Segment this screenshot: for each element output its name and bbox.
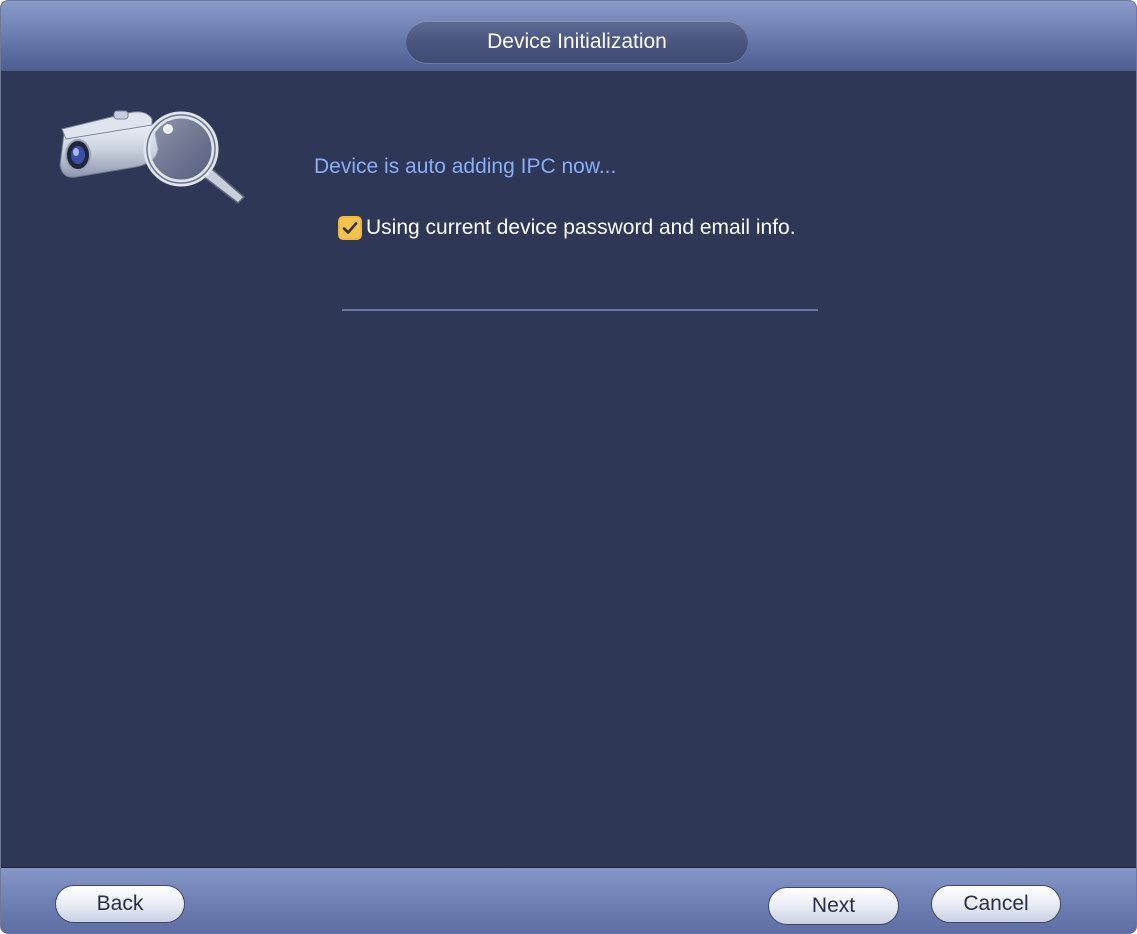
- title-bar: Device Initialization: [1, 1, 1136, 72]
- use-current-password-checkbox[interactable]: [338, 216, 362, 240]
- dialog-title: Device Initialization: [406, 21, 748, 63]
- progress-bar: [342, 309, 818, 311]
- status-message: Device is auto adding IPC now...: [314, 155, 617, 178]
- content-area: Device is auto adding IPC now... Using c…: [1, 71, 1136, 867]
- camera-search-icon: [59, 110, 246, 204]
- use-current-password-label: Using current device password and email …: [366, 216, 796, 239]
- checkmark-icon: [342, 222, 358, 234]
- device-initialization-dialog: Device Initialization Device is auto add…: [0, 0, 1137, 934]
- back-button[interactable]: Back: [55, 885, 185, 923]
- next-button[interactable]: Next: [768, 887, 899, 925]
- use-current-password-option[interactable]: Using current device password and email …: [338, 216, 796, 240]
- cancel-button[interactable]: Cancel: [931, 885, 1061, 923]
- footer-bar: Back Next Cancel: [1, 867, 1136, 933]
